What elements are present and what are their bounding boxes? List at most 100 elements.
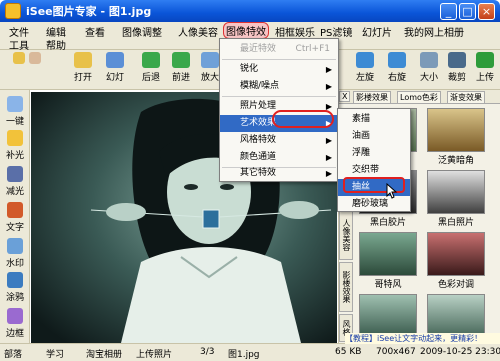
menu-other-effects[interactable]: 其它特效 ▶ bbox=[220, 165, 338, 182]
crop-label: 裁剪 bbox=[447, 73, 466, 83]
status-link-learn[interactable]: 学习 bbox=[46, 347, 64, 360]
crop-icon bbox=[448, 52, 466, 68]
tab-lomo[interactable]: Lomo色彩 bbox=[397, 91, 441, 104]
hand-tool-button[interactable] bbox=[20, 52, 50, 66]
rotate-left-button[interactable]: 左旋 bbox=[350, 52, 380, 83]
submenu-arrow-icon: ▶ bbox=[325, 136, 332, 145]
rotate-right-button[interactable]: 右旋 bbox=[382, 52, 412, 83]
tutorial-banner[interactable]: 【教程】iSee让文字动起来，更精彩！ bbox=[345, 333, 500, 344]
watermark-label: 水印 bbox=[5, 259, 24, 269]
arrow-right-icon bbox=[172, 52, 190, 68]
menu-separator bbox=[222, 59, 336, 60]
moon-icon bbox=[7, 166, 23, 182]
menu-beauty[interactable]: 人像美容 bbox=[178, 24, 218, 39]
window-title: iSee图片专家 - 图1.jpg bbox=[26, 5, 152, 18]
zoom-in-label: 放大 bbox=[200, 73, 219, 83]
forward-label: 前进 bbox=[171, 73, 190, 83]
other-effects-label: 其它特效 bbox=[240, 168, 277, 178]
status-link-taobao[interactable]: 淘宝相册 bbox=[86, 347, 122, 360]
effect-thumb[interactable] bbox=[359, 294, 417, 336]
status-filesize: 65 KB bbox=[335, 347, 362, 357]
maximize-button[interactable]: □ bbox=[459, 3, 476, 20]
menu-online-album[interactable]: 我的网上相册 bbox=[404, 24, 464, 39]
resize-button[interactable]: 大小 bbox=[414, 52, 444, 83]
back-label: 后退 bbox=[141, 73, 160, 83]
close-button[interactable]: × bbox=[478, 3, 495, 20]
menu-style-effects[interactable]: 风格特效 ▶ bbox=[220, 132, 338, 149]
fill-light-button[interactable]: 补光 bbox=[2, 130, 28, 161]
effect-thumb[interactable] bbox=[359, 232, 417, 276]
folder-open-icon bbox=[74, 52, 92, 68]
forward-button[interactable]: 前进 bbox=[166, 52, 196, 83]
text-button[interactable]: 文字 bbox=[2, 202, 28, 233]
effect-thumb[interactable] bbox=[427, 108, 485, 152]
side-tab-beauty[interactable]: 人像美容 bbox=[339, 210, 353, 260]
resize-icon bbox=[420, 52, 438, 68]
menu-blur-noise[interactable]: 模糊/噪点 ▶ bbox=[220, 78, 338, 95]
effect-label: 色彩对调 bbox=[437, 280, 474, 290]
tab-close[interactable]: X bbox=[339, 91, 351, 102]
art-effects-label: 艺术效果 bbox=[240, 118, 277, 128]
menu-slideshow[interactable]: 幻灯片 bbox=[362, 24, 392, 39]
submenu-arrow-icon: ▶ bbox=[325, 65, 332, 74]
upload-button[interactable]: 上传 bbox=[470, 52, 500, 83]
upload-label: 上传 bbox=[475, 73, 494, 83]
arrow-left-icon bbox=[142, 52, 160, 68]
tab-gradient[interactable]: 渐变效果 bbox=[447, 91, 485, 104]
menu-separator bbox=[222, 96, 336, 97]
magic-wand-icon bbox=[7, 96, 23, 112]
crop-button[interactable]: 裁剪 bbox=[442, 52, 472, 83]
recent-shortcut: Ctrl+F1 bbox=[295, 44, 330, 54]
slideshow-icon bbox=[106, 52, 124, 68]
menu-frosted-glass[interactable]: 磨砂玻璃 bbox=[338, 196, 410, 213]
mouse-cursor-icon bbox=[386, 183, 398, 199]
hand-icon bbox=[29, 52, 41, 64]
effect-label: 泛黄暗角 bbox=[437, 156, 474, 166]
rotate-left-label: 左旋 bbox=[355, 73, 374, 83]
slideshow-button[interactable]: 幻灯 bbox=[100, 52, 130, 83]
one-click-button[interactable]: 一键 bbox=[2, 96, 28, 127]
submenu-arrow-icon: ▶ bbox=[325, 153, 332, 162]
slideshow-label: 幻灯 bbox=[105, 73, 124, 83]
status-link-tribe[interactable]: 部落 bbox=[4, 347, 22, 360]
menu-effects[interactable]: 图像特效 bbox=[223, 22, 269, 39]
effect-thumb[interactable] bbox=[427, 170, 485, 214]
menu-emboss[interactable]: 浮雕 bbox=[338, 145, 410, 162]
reduce-light-button[interactable]: 减光 bbox=[2, 166, 28, 197]
border-label: 边框 bbox=[5, 329, 24, 339]
border-button[interactable]: 边框 bbox=[2, 308, 28, 339]
rotate-right-icon bbox=[388, 52, 406, 68]
status-link-upload[interactable]: 上传照片 bbox=[136, 347, 172, 360]
effect-thumb[interactable] bbox=[427, 232, 485, 276]
back-button[interactable]: 后退 bbox=[136, 52, 166, 83]
effects-tabs: X 影楼效果 Lomo色彩 渐变效果 bbox=[339, 90, 500, 104]
menu-oil-painting[interactable]: 油画 bbox=[338, 128, 410, 145]
doodle-label: 涂鸦 bbox=[5, 293, 24, 303]
status-dimensions: 700x467 bbox=[376, 347, 416, 357]
effect-label: 黑白胶片 bbox=[369, 218, 406, 228]
doodle-button[interactable]: 涂鸦 bbox=[2, 272, 28, 303]
rotate-right-label: 右旋 bbox=[387, 73, 406, 83]
menu-sharpen[interactable]: 锐化 ▶ bbox=[220, 61, 338, 78]
tab-studio[interactable]: 影楼效果 bbox=[353, 91, 391, 104]
effect-label: 哥特风 bbox=[374, 280, 402, 290]
effect-thumb[interactable] bbox=[427, 294, 485, 336]
one-click-label: 一键 bbox=[5, 117, 24, 127]
highlight-ring bbox=[272, 110, 334, 128]
watermark-button[interactable]: 水印 bbox=[2, 238, 28, 269]
color-channel-label: 颜色通道 bbox=[240, 152, 277, 162]
side-tab-studio[interactable]: 影楼效果 bbox=[339, 262, 353, 312]
effect-label: 黑白照片 bbox=[437, 218, 474, 228]
menu-adjust[interactable]: 图像调整 bbox=[122, 24, 162, 39]
open-button[interactable]: 打开 bbox=[68, 52, 98, 83]
menu-frames[interactable]: 相框娱乐 bbox=[275, 24, 315, 39]
menu-color-channel[interactable]: 颜色通道 ▶ bbox=[220, 149, 338, 166]
rotate-left-icon bbox=[356, 52, 374, 68]
menu-ps-filter[interactable]: PS滤镜 bbox=[320, 24, 352, 39]
recent-effects-label: 最近特效 bbox=[240, 44, 277, 54]
menu-sketch[interactable]: 素描 bbox=[338, 111, 410, 128]
menu-view[interactable]: 查看 bbox=[85, 24, 105, 39]
text-label: 文字 bbox=[5, 223, 24, 233]
minimize-button[interactable]: _ bbox=[440, 3, 457, 20]
status-datetime: 2009-10-25 23:30:15 bbox=[420, 347, 500, 357]
